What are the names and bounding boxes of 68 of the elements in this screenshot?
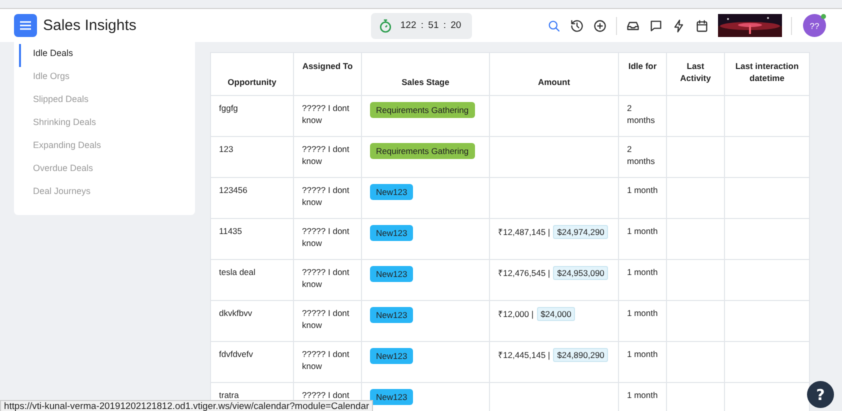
assignee-name: ????? I dont — [302, 390, 350, 400]
idle-duration: 2 months — [627, 144, 655, 166]
opportunity-name: 123456 — [219, 185, 248, 195]
stopwatch-icon — [379, 18, 392, 32]
stage-tag: Requirements Gathering — [370, 143, 475, 159]
opportunity-name: fggfg — [219, 103, 238, 113]
history-icon[interactable] — [570, 18, 584, 32]
assignee-name: ????? I dont know — [302, 267, 350, 289]
timer-text: 122 : 51 : 20 — [400, 20, 462, 31]
stage-tag: New123 — [370, 184, 414, 200]
sidebar-item[interactable]: Expanding Deals — [19, 136, 195, 159]
opportunity-name: tratra — [219, 390, 239, 400]
idle-duration: 1 month — [627, 390, 658, 400]
column-header: Opportunity — [228, 77, 276, 87]
stage-tag: New123 — [370, 348, 414, 364]
sidebar-item[interactable]: Deal Journeys — [19, 182, 195, 205]
sidebar-item[interactable]: Shrinking Deals — [19, 113, 195, 136]
stage-tag: New123 — [370, 225, 414, 241]
amount-usd: $24,000 — [536, 307, 576, 321]
add-icon[interactable] — [593, 18, 607, 32]
column-header: Assigned To — [302, 61, 353, 71]
amount-usd: $24,974,290 — [553, 225, 608, 239]
sidebar-item[interactable]: Overdue Deals — [19, 159, 195, 182]
help-button[interactable]: ? — [807, 381, 834, 408]
menu-button[interactable] — [14, 14, 37, 37]
assignee-name: ????? I dont know — [302, 349, 350, 371]
amount-inr: ₹12,476,545 | — [498, 268, 550, 278]
opportunity-name: 11435 — [219, 226, 242, 236]
assignee-name: ????? I dont know — [302, 144, 350, 166]
amount-inr: ₹12,487,145 | — [498, 227, 550, 237]
stage-tag: New123 — [370, 389, 414, 405]
opportunity-name: tesla deal — [219, 267, 256, 277]
column-header: Amount — [538, 77, 570, 87]
stage-tag: Requirements Gathering — [370, 102, 475, 118]
idle-duration: 1 month — [627, 308, 658, 318]
sidebar-item[interactable]: Slipped Deals — [19, 90, 195, 113]
idle-duration: 1 month — [627, 267, 658, 277]
bolt-icon[interactable] — [672, 18, 686, 32]
idle-duration: 1 month — [627, 185, 658, 195]
amount-inr: ₹12,000 | — [498, 309, 534, 319]
sidebar-item[interactable]: Idle Orgs — [19, 67, 195, 90]
opportunity-name: 123 — [219, 144, 234, 154]
status-url: https://vti-kunal-verma-20191202121812.od1.vtiger.ws/view/calendar?module=Calendar — [0, 400, 374, 411]
assignee-name: ????? I dont know — [302, 226, 350, 248]
opportunity-name: dkvkfbvv — [219, 308, 252, 318]
assignee-name: ????? I dont know — [302, 308, 350, 330]
amount-usd: $24,890,290 — [553, 348, 608, 362]
sidebar-item[interactable]: Idle Deals — [19, 44, 195, 67]
idle-duration: 1 month — [627, 226, 658, 236]
column-header: Sales Stage — [402, 77, 450, 87]
user-avatar[interactable]: ?? — [803, 14, 826, 37]
amount-inr: ₹12,445,145 | — [498, 350, 550, 360]
page-title: Sales Insights — [43, 17, 136, 34]
idle-duration: 2 months — [627, 103, 655, 125]
chat-icon[interactable] — [649, 18, 663, 32]
column-header: Last Activity — [680, 61, 711, 83]
menu-icon — [20, 21, 31, 30]
assignee-name: ????? I dont know — [302, 103, 350, 125]
column-header: Last interaction datetime — [735, 61, 799, 83]
idle-duration: 1 month — [627, 349, 658, 359]
stage-tag: New123 — [370, 266, 414, 282]
calendar-icon[interactable] — [695, 18, 709, 32]
assignee-name: ????? I dont know — [302, 185, 350, 207]
stage-tag: New123 — [370, 307, 414, 323]
search-icon[interactable] — [547, 18, 561, 32]
amount-usd: $24,953,090 — [553, 266, 608, 280]
opportunity-name: fdvfdvefv — [219, 349, 254, 359]
column-header: Idle for — [628, 61, 657, 71]
